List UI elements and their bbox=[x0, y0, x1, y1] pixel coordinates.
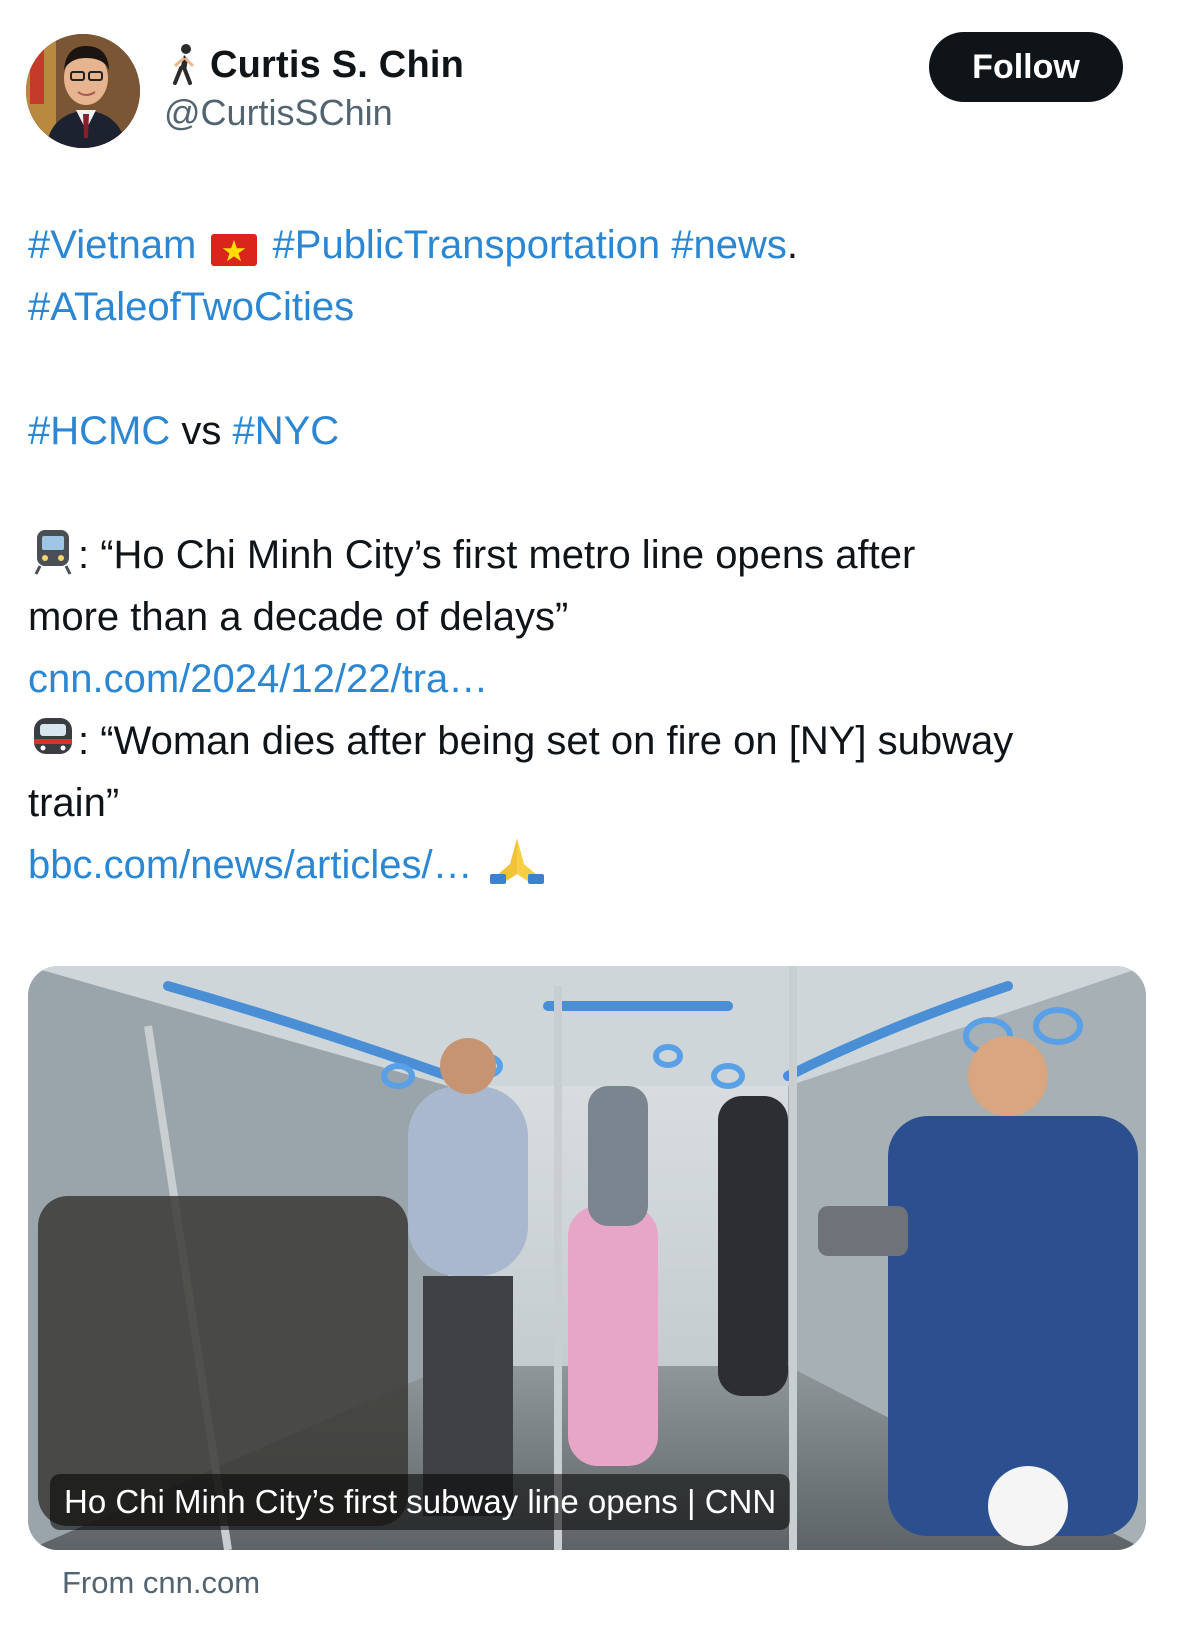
hashtag-a-tale-of-two-cities[interactable]: #ATaleofTwoCities bbox=[28, 285, 354, 329]
bbc-link[interactable]: bbc.com/news/articles/… bbox=[28, 843, 473, 887]
tweet-line-9: bbc.com/news/articles/… bbox=[28, 834, 1158, 896]
tweet-line-6: cnn.com/2024/12/22/tra… bbox=[28, 648, 1158, 710]
person-walking-icon bbox=[173, 44, 194, 85]
tweet-line-2: #ATaleofTwoCities bbox=[28, 276, 1158, 338]
tweet-text: #Vietnam #PublicTransportation #news. #A… bbox=[28, 214, 1158, 896]
hashtag-vietnam[interactable]: #Vietnam bbox=[28, 223, 196, 267]
tweet-line-3: #HCMC vs #NYC bbox=[28, 400, 1158, 462]
tweet-line-1: #Vietnam #PublicTransportation #news. bbox=[28, 214, 1158, 276]
avatar-photo bbox=[26, 34, 140, 148]
trailing-period: . bbox=[786, 223, 799, 267]
cnn-link[interactable]: cnn.com/2024/12/22/tra… bbox=[28, 657, 488, 701]
subway-quote-part2: train” bbox=[28, 781, 120, 825]
folded-hands-icon bbox=[489, 838, 544, 884]
author-display-name[interactable]: Curtis S. Chin bbox=[210, 44, 464, 87]
vietnam-flag-icon bbox=[211, 234, 258, 266]
tweet-line-4: : “Ho Chi Minh City’s first metro line o… bbox=[28, 524, 1158, 586]
card-caption: Ho Chi Minh City’s first subway line ope… bbox=[50, 1474, 791, 1530]
subway-quote-part1: : “Woman dies after being set on fire on… bbox=[78, 719, 1014, 763]
tweet-line-8: train” bbox=[28, 772, 1158, 834]
link-card[interactable]: Ho Chi Minh City’s first subway line ope… bbox=[28, 966, 1146, 1550]
follow-button[interactable]: Follow bbox=[929, 32, 1123, 102]
author-name-row[interactable]: Curtis S. Chin bbox=[166, 42, 464, 88]
vs-text: vs bbox=[181, 409, 222, 453]
metro-quote-part2: more than a decade of delays” bbox=[28, 595, 569, 639]
hashtag-news[interactable]: #news bbox=[671, 223, 787, 267]
hashtag-nyc[interactable]: #NYC bbox=[232, 409, 339, 453]
author-handle[interactable]: @CurtisSChin bbox=[164, 92, 393, 134]
avatar[interactable] bbox=[26, 34, 140, 148]
metro-quote-part1: : “Ho Chi Minh City’s first metro line o… bbox=[78, 533, 916, 577]
hashtag-public-transportation[interactable]: #PublicTransportation bbox=[273, 223, 661, 267]
metro-train-icon bbox=[34, 718, 72, 754]
tweet-line-7: : “Woman dies after being set on fire on… bbox=[28, 710, 1158, 772]
card-source[interactable]: From cnn.com bbox=[62, 1565, 260, 1601]
tweet-line-5: more than a decade of delays” bbox=[28, 586, 1158, 648]
tram-icon bbox=[34, 530, 72, 575]
hashtag-hcmc[interactable]: #HCMC bbox=[28, 409, 170, 453]
metro-interior-photo bbox=[28, 966, 1146, 1550]
